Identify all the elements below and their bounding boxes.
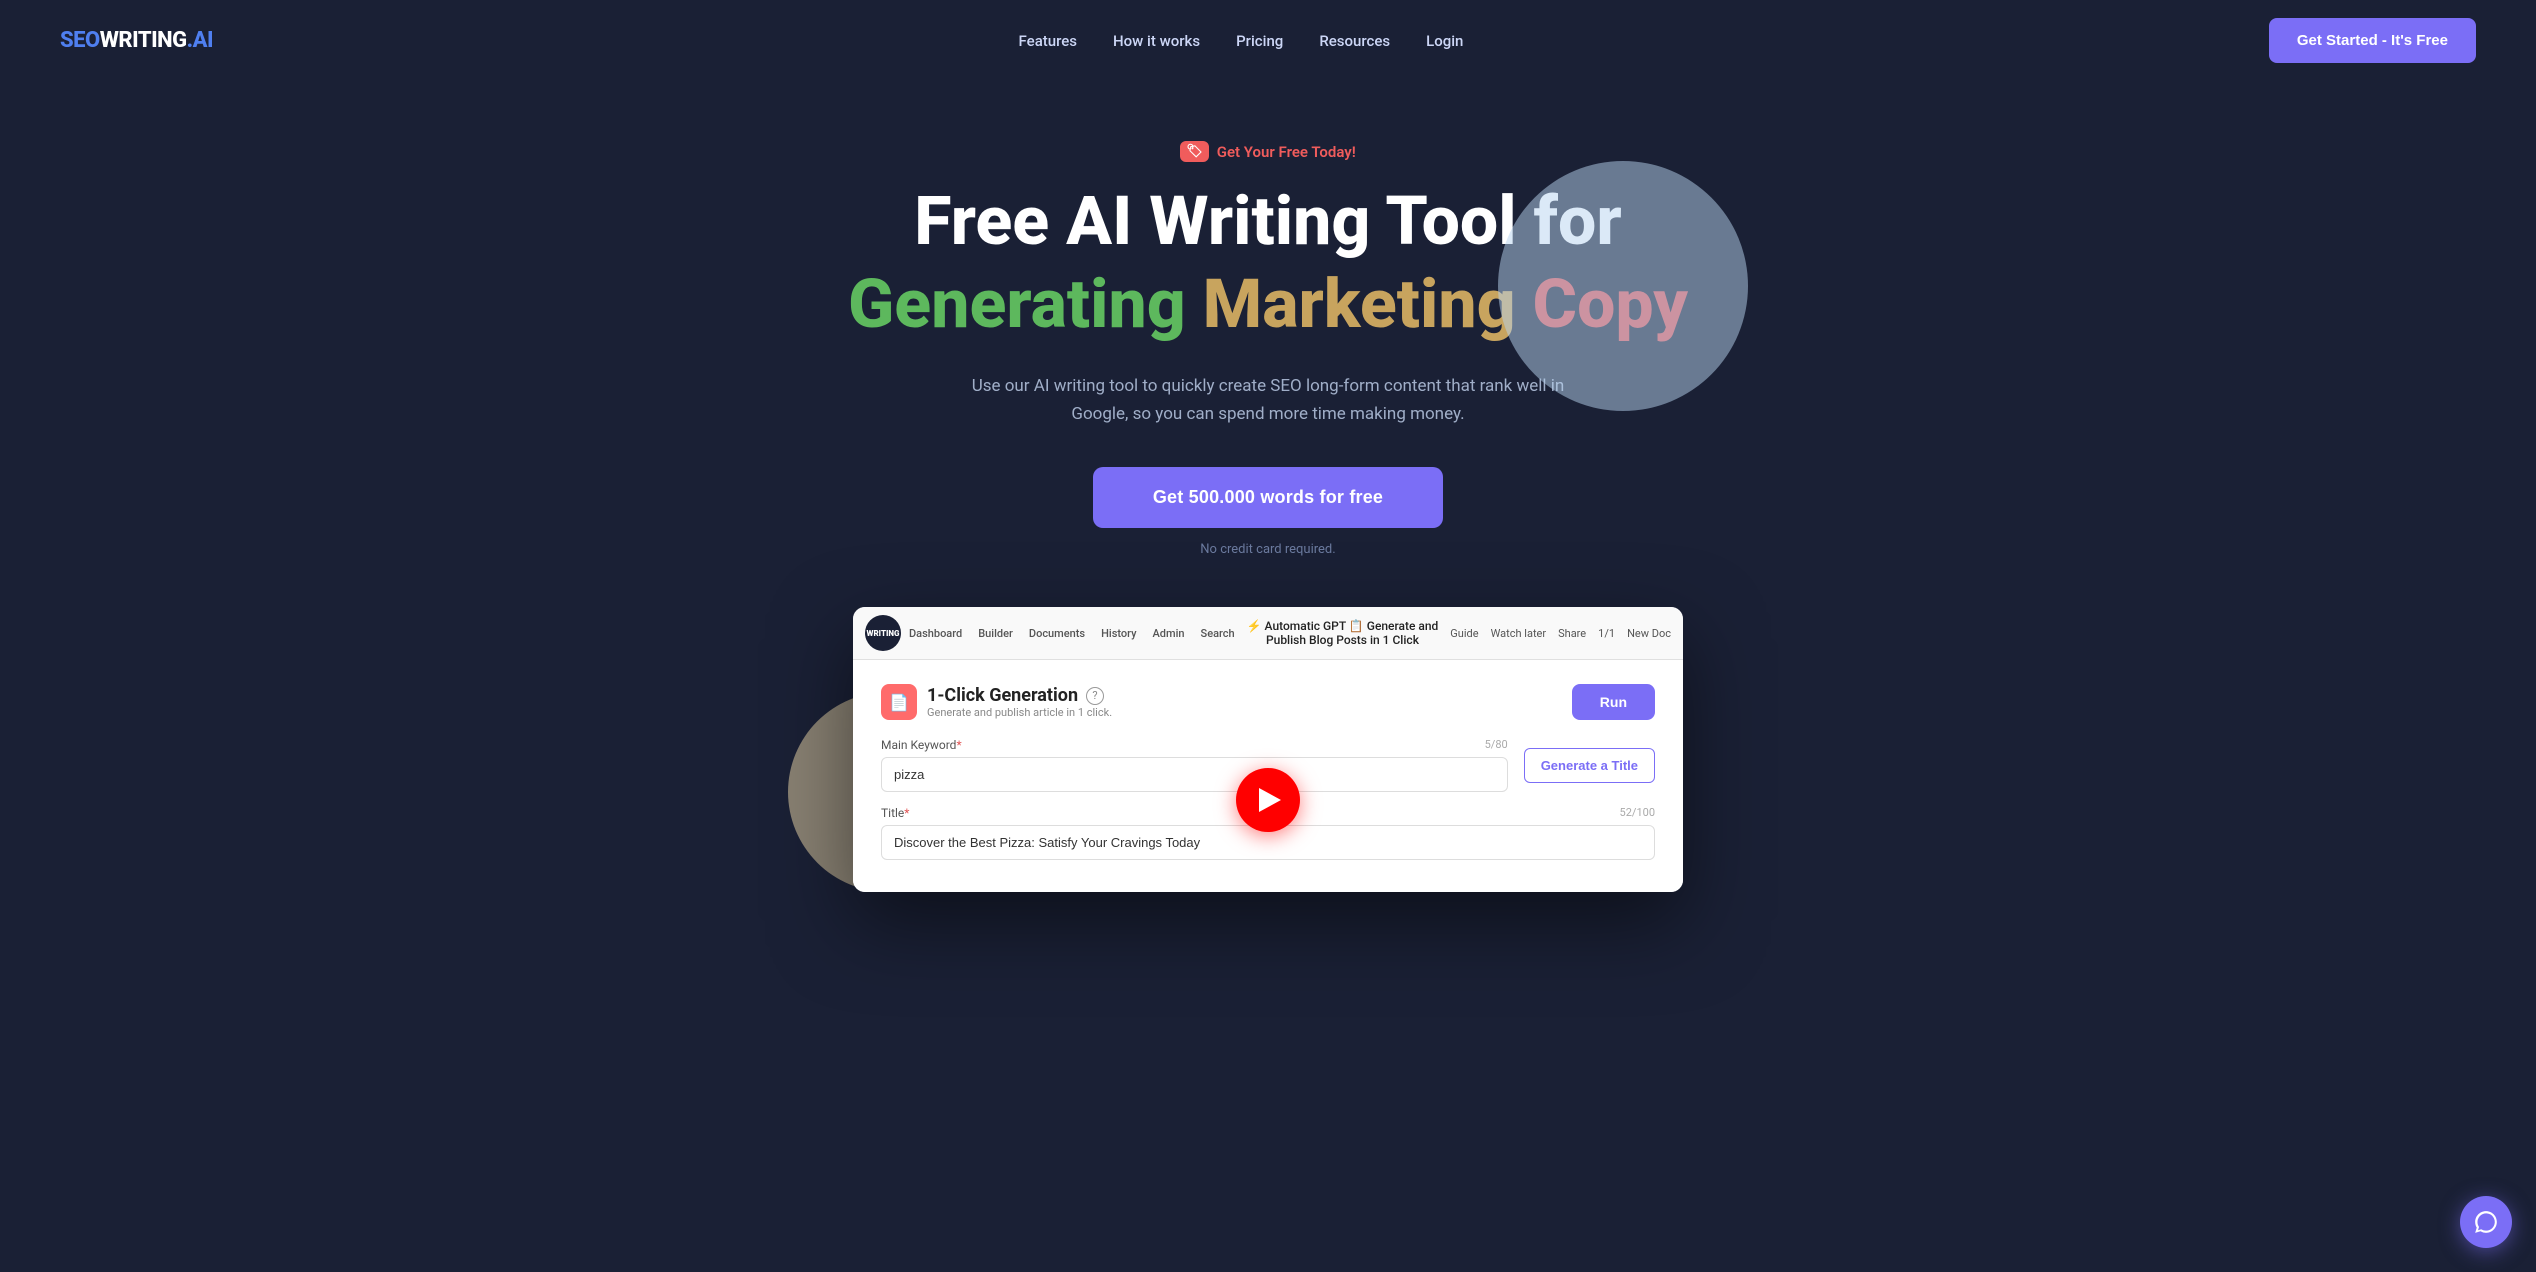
logo[interactable]: SEOWRITING.AI: [60, 28, 213, 53]
yt-guide[interactable]: Guide: [1450, 627, 1478, 640]
nav-links: Features How it works Pricing Resources …: [1019, 31, 1464, 50]
yt-nav-search[interactable]: Search: [1201, 627, 1235, 640]
yt-pagination: 1/1: [1598, 627, 1615, 640]
yt-nav-dashboard[interactable]: Dashboard: [909, 627, 962, 640]
yt-watch-later[interactable]: Watch later: [1491, 627, 1547, 640]
nav-item-features[interactable]: Features: [1019, 31, 1077, 50]
yt-share[interactable]: Share: [1558, 627, 1586, 640]
hero-cta-button[interactable]: Get 500.000 words for free: [1093, 467, 1443, 528]
hero-subtitle: Use our AI writing tool to quickly creat…: [958, 372, 1578, 430]
video-frame: WRITING Dashboard Builder Documents Hist…: [853, 607, 1683, 892]
badge-text: Get Your Free Today!: [1217, 143, 1356, 161]
yt-play-button[interactable]: [1236, 768, 1300, 832]
video-wrapper: WRITING Dashboard Builder Documents Hist…: [853, 607, 1683, 892]
yt-nav-history[interactable]: History: [1101, 627, 1136, 640]
run-button[interactable]: Run: [1572, 684, 1655, 720]
chat-bubble[interactable]: [2460, 1196, 2512, 1248]
generate-title-button[interactable]: Generate a Title: [1524, 748, 1655, 783]
badge-icon: 🏷: [1180, 141, 1209, 162]
keyword-group: Main Keyword* 5/80: [881, 738, 1508, 792]
yt-actions: Guide Watch later Share 1/1 New Doc: [1450, 627, 1671, 640]
section-title: 1-Click Generation: [927, 685, 1078, 706]
keyword-count: 5/80: [1485, 738, 1508, 752]
nav-item-resources[interactable]: Resources: [1319, 31, 1390, 50]
section-subtitle: Generate and publish article in 1 click.: [927, 706, 1112, 719]
nav-item-login[interactable]: Login: [1426, 31, 1463, 50]
no-cc-text: No credit card required.: [1200, 542, 1335, 557]
yt-play-overlay: [1236, 768, 1300, 832]
section-icon: 📄: [889, 693, 909, 712]
section-title-row: 📄 1-Click Generation ? Generate and publ…: [881, 684, 1112, 720]
title-label: Title*: [881, 806, 909, 820]
title-count: 52/100: [1620, 806, 1655, 820]
chat-icon: [2473, 1209, 2499, 1235]
yt-nav-builder[interactable]: Builder: [978, 627, 1013, 640]
hero-section: 🏷 Get Your Free Today! Free AI Writing T…: [0, 81, 2536, 892]
navbar: SEOWRITING.AI Features How it works Pric…: [0, 0, 2536, 81]
logo-writing: WRITING: [100, 28, 187, 53]
yt-nav-items: Dashboard Builder Documents History Admi…: [909, 627, 1235, 640]
yt-nav-documents[interactable]: Documents: [1029, 627, 1085, 640]
keyword-label-row: Main Keyword* 5/80: [881, 738, 1508, 752]
yt-bar: WRITING Dashboard Builder Documents Hist…: [853, 607, 1683, 660]
nav-item-pricing[interactable]: Pricing: [1236, 31, 1283, 50]
yt-nav-admin[interactable]: Admin: [1153, 627, 1185, 640]
section-header: 📄 1-Click Generation ? Generate and publ…: [881, 684, 1655, 720]
cta-button[interactable]: Get Started - It's Free: [2269, 18, 2476, 63]
title-required: *: [904, 806, 909, 820]
keyword-required: *: [956, 738, 961, 752]
yt-logo-text: WRITING: [866, 629, 899, 638]
hero-badge: 🏷 Get Your Free Today!: [1180, 141, 1356, 162]
section-icon-box: 📄: [881, 684, 917, 720]
logo-ai: AI: [193, 28, 213, 53]
nav-item-how-it-works[interactable]: How it works: [1113, 31, 1200, 50]
deco-circle-blue: [1498, 161, 1748, 411]
yt-new-doc[interactable]: New Doc: [1627, 627, 1671, 640]
keyword-label: Main Keyword*: [881, 738, 962, 752]
help-icon[interactable]: ?: [1086, 687, 1104, 705]
hero-word-generating: Generating: [848, 264, 1186, 344]
yt-title-bar: ⚡ Automatic GPT 📋 Generate and Publish B…: [1243, 619, 1443, 647]
hero-word-marketing: Marketing: [1203, 264, 1516, 344]
logo-seo: SEO: [60, 28, 100, 53]
yt-logo-mini: WRITING: [865, 615, 901, 651]
keyword-input[interactable]: [881, 757, 1508, 792]
